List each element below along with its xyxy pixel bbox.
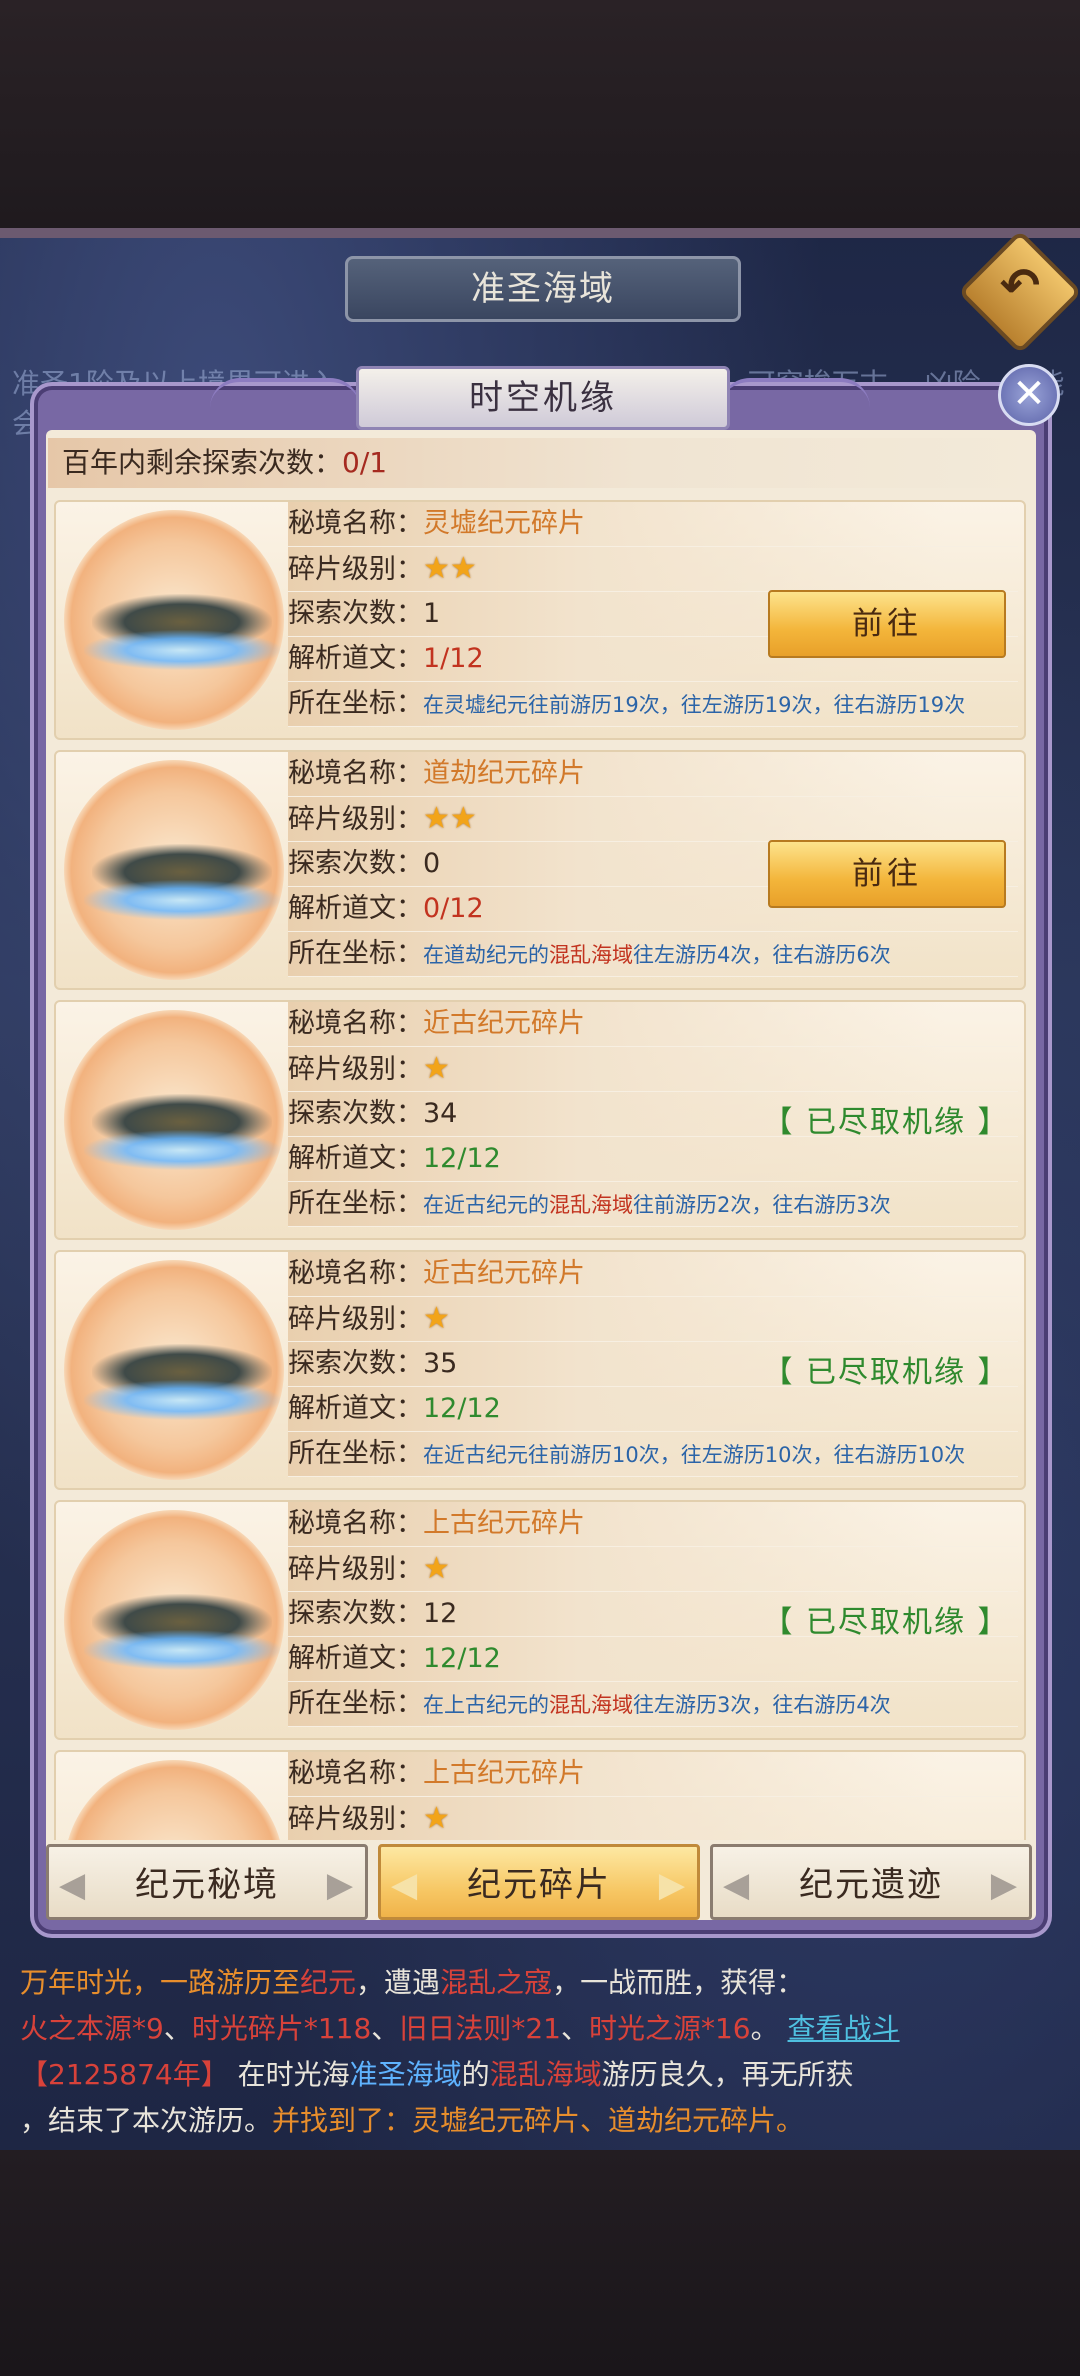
fragment-card: 秘境名称：上古纪元碎片 碎片级别：★ <box>54 1750 1026 1840</box>
title-ornament-right <box>720 378 870 418</box>
chevron-icon: ▶ <box>326 1865 355 1905</box>
chevron-icon: ◀ <box>59 1865 88 1905</box>
map-title: 准圣海域 <box>345 256 741 322</box>
star-icon: ★ <box>423 1051 450 1086</box>
coordinates: 在上古纪元的混乱海域往左游历3次，往右游历4次 <box>423 1693 891 1717</box>
decode-progress: 0/12 <box>423 893 484 924</box>
log-reward: 火之本源*9 <box>20 2012 164 2045</box>
fragment-card: 秘境名称：上古纪元碎片 碎片级别：★ 探索次数：12 解析道文：12/12 所在… <box>54 1500 1026 1740</box>
log-text: ，结束了本次游历。 <box>20 2104 273 2137</box>
coordinates: 在近古纪元往前游历10次，往左游历10次，往右游历10次 <box>423 1443 966 1467</box>
log-text: 在时光海 <box>237 2058 350 2091</box>
fragment-card: 秘境名称：近古纪元碎片 碎片级别：★ 探索次数：35 解析道文：12/12 所在… <box>54 1250 1026 1490</box>
log-location: 混乱海域 <box>489 2058 602 2091</box>
decode-progress: 12/12 <box>423 1643 501 1674</box>
chevron-icon: ▶ <box>658 1865 687 1905</box>
log-text: 混乱之寇 <box>440 1966 553 1999</box>
completed-status: 【 已尽取机缘 】 <box>762 1605 1010 1640</box>
chevron-icon: ◀ <box>723 1865 752 1905</box>
explore-count: 1 <box>423 598 441 629</box>
coordinates: 在灵墟纪元往前游历19次，往左游历19次，往右游历19次 <box>423 693 966 717</box>
bottom-letterbox <box>0 2150 1080 2376</box>
coordinates: 在道劫纪元的混乱海域往左游历4次，往右游历6次 <box>423 943 891 967</box>
remaining-explorations: 百年内剩余探索次数：0/1 <box>48 438 1034 488</box>
realm-name: 上古纪元碎片 <box>423 1758 585 1789</box>
goto-button[interactable]: 前往 <box>768 840 1006 908</box>
fragment-image <box>64 510 284 730</box>
fragment-image <box>64 760 284 980</box>
star-icon: ★ <box>423 1551 450 1586</box>
exploration-log: 万年时光，一路游历至纪元，遭遇混乱之寇，一战而胜，获得： 火之本源*9、时光碎片… <box>20 1966 900 2137</box>
log-text: 的 <box>461 2058 490 2091</box>
top-letterbox <box>0 0 1080 228</box>
fragment-list[interactable]: 秘境名称：灵墟纪元碎片 碎片级别：★★ 探索次数：1 解析道文：1/12 所在坐… <box>54 500 1030 1840</box>
star-icon: ★★ <box>423 801 477 836</box>
star-icon: ★ <box>423 1301 450 1336</box>
fragment-image <box>64 1510 284 1730</box>
fragment-image <box>64 1010 284 1230</box>
tab-era-fragment[interactable]: ◀ 纪元碎片 ▶ <box>378 1844 700 1920</box>
tab-era-realm[interactable]: ◀ 纪元秘境 ▶ <box>46 1844 368 1920</box>
chevron-icon: ▶ <box>990 1865 1019 1905</box>
dialog-title: 时空机缘 <box>356 366 730 430</box>
tab-era-ruins[interactable]: ◀ 纪元遗迹 ▶ <box>710 1844 1032 1920</box>
log-text: 纪元 <box>300 1966 357 1999</box>
goto-button[interactable]: 前往 <box>768 590 1006 658</box>
fragment-card: 秘境名称：灵墟纪元碎片 碎片级别：★★ 探索次数：1 解析道文：1/12 所在坐… <box>54 500 1026 740</box>
coordinates: 在近古纪元的混乱海域往前游历2次，往右游历3次 <box>423 1193 891 1217</box>
decode-progress: 12/12 <box>423 1393 501 1424</box>
log-text: 游历良久，再无所获 <box>601 2058 854 2091</box>
title-ornament-left <box>210 378 360 418</box>
scene-top-border <box>0 228 1080 238</box>
log-location: 准圣海域 <box>349 2058 462 2091</box>
realm-name: 近古纪元碎片 <box>423 1258 585 1289</box>
log-text: 万年时光，一路游历至 <box>20 1966 301 1999</box>
star-icon: ★ <box>423 1801 450 1836</box>
log-found-items: 并找到了：灵墟纪元碎片、道劫纪元碎片。 <box>272 2104 805 2137</box>
chevron-icon: ◀ <box>391 1865 420 1905</box>
explore-count: 12 <box>423 1598 458 1629</box>
bottom-tabs: ◀ 纪元秘境 ▶ ◀ 纪元碎片 ▶ ◀ 纪元遗迹 ▶ <box>46 1844 1036 1924</box>
view-battle-link[interactable]: 查看战斗 <box>788 2012 900 2045</box>
fragment-card: 秘境名称：道劫纪元碎片 碎片级别：★★ 探索次数：0 解析道文：0/12 所在坐… <box>54 750 1026 990</box>
realm-name: 道劫纪元碎片 <box>423 758 585 789</box>
decode-progress: 1/12 <box>423 643 484 674</box>
realm-name: 灵墟纪元碎片 <box>423 508 585 539</box>
star-icon: ★★ <box>423 551 477 586</box>
close-icon[interactable]: ✕ <box>998 364 1060 426</box>
completed-status: 【 已尽取机缘 】 <box>762 1105 1010 1140</box>
remaining-label: 百年内剩余探索次数： <box>62 446 343 479</box>
fragment-image <box>64 1760 284 1840</box>
back-arrow-icon[interactable]: ↶ <box>990 256 1050 316</box>
fragment-image <box>64 1260 284 1480</box>
decode-progress: 12/12 <box>423 1143 501 1174</box>
remaining-value: 0/1 <box>342 446 388 479</box>
log-reward: 时光碎片*118 <box>191 2012 372 2045</box>
log-reward: 旧日法则*21 <box>399 2012 561 2045</box>
realm-name: 上古纪元碎片 <box>423 1508 585 1539</box>
log-text: ，一战而胜，获得： <box>552 1966 805 1999</box>
fragment-card: 秘境名称：近古纪元碎片 碎片级别：★ 探索次数：34 解析道文：12/12 所在… <box>54 1000 1026 1240</box>
realm-name: 近古纪元碎片 <box>423 1008 585 1039</box>
explore-count: 35 <box>423 1348 458 1379</box>
log-year: 【2125874年】 <box>20 2058 229 2091</box>
explore-count: 0 <box>423 848 441 879</box>
explore-count: 34 <box>423 1098 458 1129</box>
log-text: ，遭遇 <box>356 1966 441 1999</box>
completed-status: 【 已尽取机缘 】 <box>762 1355 1010 1390</box>
log-reward: 时光之源*16 <box>588 2012 751 2045</box>
